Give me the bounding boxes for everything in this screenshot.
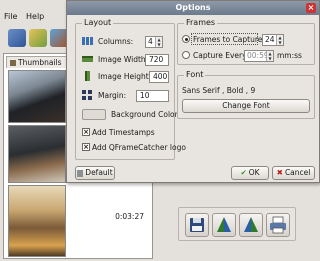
default-button[interactable]: Default (75, 166, 115, 180)
background-color-button[interactable] (82, 109, 106, 120)
default-icon (77, 169, 84, 177)
image-width-icon (82, 56, 93, 62)
layout-group-title: Layout (82, 18, 114, 27)
frames-group: Frames Frames to Capture: 24 ▲ ▼ Capture … (177, 18, 315, 65)
floppy-icon (190, 218, 204, 232)
dialog-title: Options (175, 3, 211, 12)
spin-arrows-icon[interactable]: ▲ ▼ (276, 35, 283, 45)
frames-to-capture-label: Frames to Capture: (193, 35, 265, 44)
tab-thumbnails[interactable]: Thumbnails (6, 56, 68, 68)
frames-to-capture-spinbox[interactable]: 24 ▲ ▼ (262, 34, 284, 46)
capture-every-radio[interactable] (182, 51, 190, 59)
change-font-button[interactable]: Change Font (182, 99, 310, 113)
columns-icon (82, 37, 93, 45)
thumbnail-2[interactable] (8, 125, 66, 183)
cancel-x-icon: ✖ (276, 168, 283, 177)
font-group: Font Sans Serif , Bold , 9 Change Font (177, 70, 315, 119)
capture-every-spinbox[interactable]: 00:59 ▲ ▼ (244, 50, 274, 62)
frames-to-capture-value: 24 (265, 35, 275, 44)
save-button[interactable] (185, 213, 209, 237)
checkmark-icon: ✔ (240, 168, 247, 177)
sheet-alt-icon (244, 217, 258, 232)
capture-every-label: Capture Every (193, 51, 247, 60)
default-label: Default (85, 168, 113, 177)
ok-button[interactable]: ✔ OK (231, 166, 269, 180)
close-icon[interactable]: × (306, 3, 316, 13)
thumbnail-1[interactable] (8, 70, 66, 123)
menu-file[interactable]: File (4, 12, 17, 21)
image-width-label: Image Width: (98, 55, 149, 64)
columns-value: 4 (148, 37, 153, 46)
capture-every-unit: mm:ss (277, 51, 302, 60)
margin-label: Margin: (98, 91, 127, 100)
print-button[interactable] (266, 213, 290, 237)
image-width-field[interactable]: 720 (145, 54, 169, 66)
sheet-icon (217, 217, 231, 232)
thumbnails-icon (10, 60, 16, 66)
timestamps-label: Add Timestamps (92, 128, 155, 137)
sheet-1-button[interactable] (212, 213, 236, 237)
sheet-2-button[interactable] (239, 213, 263, 237)
columns-spinbox[interactable]: 4 ▲ ▼ (145, 36, 163, 48)
printer-icon (270, 216, 286, 234)
margin-icon (82, 90, 92, 100)
timestamps-checkbox[interactable]: × (82, 128, 90, 136)
menu-help[interactable]: Help (26, 12, 44, 21)
font-group-title: Font (184, 70, 206, 79)
margin-field[interactable]: 10 (136, 90, 169, 102)
cancel-label: Cancel (284, 168, 311, 177)
spin-arrows-icon[interactable]: ▲ ▼ (266, 51, 273, 61)
dialog-titlebar: Options × (67, 1, 319, 15)
layout-group: Layout Columns: 4 ▲ ▼ Image Width: 720 Im… (75, 18, 186, 160)
logo-checkbox[interactable]: × (82, 143, 90, 151)
font-current: Sans Serif , Bold , 9 (182, 86, 256, 95)
thumbnail-3[interactable] (8, 185, 66, 257)
action-button-group (178, 207, 296, 241)
options-dialog: Options × Layout Columns: 4 ▲ ▼ Image Wid… (66, 0, 320, 183)
image-height-icon (85, 71, 90, 81)
open-folder-icon[interactable] (29, 29, 47, 47)
tab-thumbnails-label: Thumbnails (18, 58, 62, 67)
thumbnail-timestamp: 0:03:27 (115, 212, 144, 221)
cancel-button[interactable]: ✖ Cancel (272, 166, 315, 180)
open-video-icon[interactable] (8, 29, 26, 47)
image-height-label: Image Height: (98, 72, 152, 81)
image-height-field[interactable]: 400 (149, 71, 169, 83)
frames-group-title: Frames (184, 18, 218, 27)
logo-label: Add QFrameCatcher logo (92, 143, 186, 152)
columns-label: Columns: (98, 37, 134, 46)
ok-label: OK (248, 168, 260, 177)
background-color-label: Background Color (111, 110, 178, 119)
spin-arrows-icon[interactable]: ▲ ▼ (155, 37, 162, 47)
frames-to-capture-radio[interactable] (182, 35, 190, 43)
